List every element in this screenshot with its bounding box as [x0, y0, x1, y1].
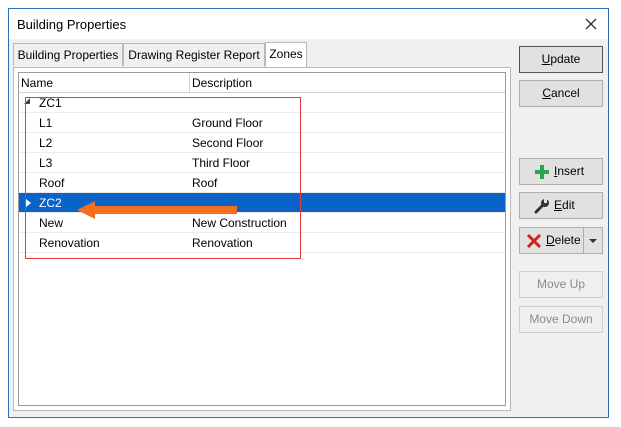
table-row[interactable]: Roof Roof — [19, 173, 505, 193]
collapsed-triangle-icon[interactable] — [26, 199, 31, 207]
grid-header: Name Description — [19, 73, 505, 93]
wrench-icon — [534, 198, 549, 214]
table-row[interactable]: L3 Third Floor — [19, 153, 505, 173]
row-name: L1 — [39, 116, 53, 130]
tab-zones[interactable]: Zones — [265, 42, 307, 67]
row-name: New — [39, 216, 64, 230]
move-up-button[interactable]: Move Up — [519, 271, 603, 298]
edit-button[interactable]: Edit — [519, 192, 603, 219]
cancel-button[interactable]: Cancel — [519, 80, 603, 107]
x-icon — [526, 233, 542, 249]
row-description: Renovation — [192, 236, 253, 250]
tab-drawing-register-report[interactable]: Drawing Register Report — [123, 43, 265, 66]
zones-grid[interactable]: Name Description ZC1 L1 Ground Floor L2 … — [18, 72, 506, 406]
row-name: L2 — [39, 136, 53, 150]
expand-triangle-icon[interactable] — [24, 98, 30, 104]
title-bar: Building Properties — [9, 9, 608, 39]
row-description: Ground Floor — [192, 116, 263, 130]
move-down-button[interactable]: Move Down — [519, 306, 603, 333]
row-name: Renovation — [39, 236, 100, 250]
delete-dropdown-chevron-icon[interactable] — [583, 228, 602, 253]
insert-button[interactable]: Insert — [519, 158, 603, 185]
row-description: Third Floor — [192, 156, 251, 170]
tab-building-properties[interactable]: Building Properties — [13, 43, 123, 66]
row-description: Roof — [192, 176, 218, 190]
row-name: Roof — [39, 176, 65, 190]
row-name: L3 — [39, 156, 53, 170]
building-properties-dialog: Building Properties Building Properties … — [8, 8, 609, 418]
arrow-annotation-icon — [77, 201, 237, 219]
delete-button[interactable]: Delete — [519, 227, 603, 254]
window-title: Building Properties — [17, 17, 127, 32]
column-header-description[interactable]: Description — [192, 76, 252, 90]
update-button[interactable]: Update — [519, 46, 603, 73]
table-row[interactable]: L1 Ground Floor — [19, 113, 505, 133]
table-row-zc1[interactable]: ZC1 — [19, 93, 505, 113]
row-name: ZC1 — [39, 96, 62, 110]
column-header-name[interactable]: Name — [21, 76, 53, 90]
zones-panel: Name Description ZC1 L1 Ground Floor L2 … — [13, 67, 511, 411]
row-name: ZC2 — [39, 196, 62, 210]
table-row[interactable]: L2 Second Floor — [19, 133, 505, 153]
table-row[interactable]: Renovation Renovation — [19, 233, 505, 253]
row-description: Second Floor — [192, 136, 264, 150]
column-divider[interactable] — [189, 73, 190, 92]
plus-icon — [535, 165, 549, 179]
close-icon[interactable] — [580, 13, 602, 35]
